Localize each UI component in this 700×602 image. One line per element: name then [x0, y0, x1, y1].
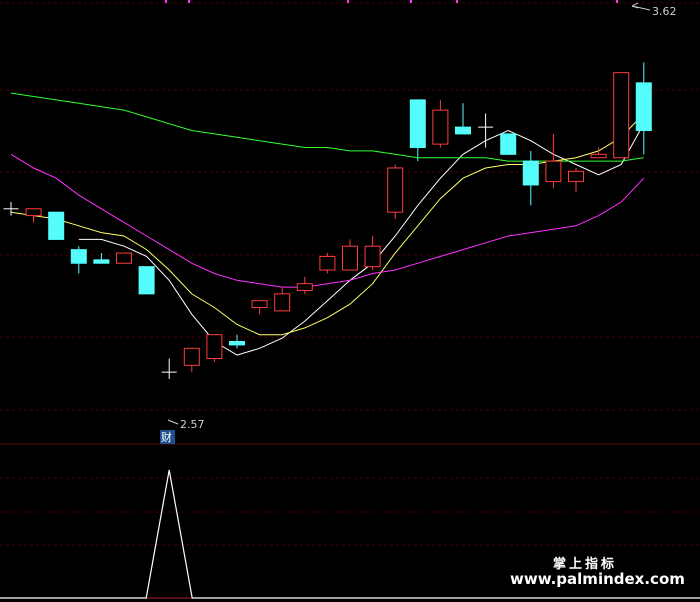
candle-body	[138, 266, 155, 295]
top-tick-marker	[347, 0, 349, 3]
candle-body	[613, 72, 630, 159]
candle-body	[319, 255, 336, 271]
candle-body	[296, 283, 313, 291]
candle	[613, 72, 630, 159]
top-tick-marker	[410, 0, 412, 3]
top-tick-marker	[165, 0, 167, 3]
candle-body	[183, 347, 200, 366]
candle-body	[116, 252, 132, 264]
candle-body	[25, 208, 42, 217]
candle-body	[206, 334, 223, 360]
candle	[206, 334, 223, 362]
candle-body	[522, 160, 539, 186]
low-price-label: 2.57	[180, 418, 205, 431]
candle-body	[500, 133, 517, 155]
candle-body	[409, 99, 426, 149]
candle-body	[635, 82, 652, 132]
top-tick-marker	[456, 0, 458, 3]
watermark-url: www.palmindex.com	[510, 570, 685, 588]
stock-chart: 3.62 2.57 财 掌上指标 www.palmindex.com	[0, 0, 700, 602]
candle-body	[229, 341, 245, 346]
top-tick-marker	[616, 0, 618, 3]
candle	[116, 252, 132, 264]
candle-body	[342, 245, 358, 271]
candle-body	[590, 153, 607, 159]
tag-badge-label: 财	[161, 430, 172, 444]
candle-body	[432, 109, 449, 145]
candle	[48, 211, 65, 240]
candle-body	[545, 160, 562, 183]
high-price-label: 3.62	[652, 5, 677, 18]
candle	[319, 253, 336, 274]
candle	[500, 133, 517, 155]
candle-body	[364, 245, 381, 268]
candle-body	[274, 293, 291, 312]
candle-body	[568, 170, 584, 183]
candle	[138, 266, 155, 295]
candle-body	[70, 249, 87, 264]
candle-body	[387, 167, 404, 213]
candle	[387, 164, 404, 219]
candle-body	[251, 300, 268, 308]
candle-body	[455, 126, 471, 135]
candle-body	[48, 211, 65, 240]
candle-body	[93, 259, 110, 264]
top-tick-marker	[188, 0, 190, 3]
